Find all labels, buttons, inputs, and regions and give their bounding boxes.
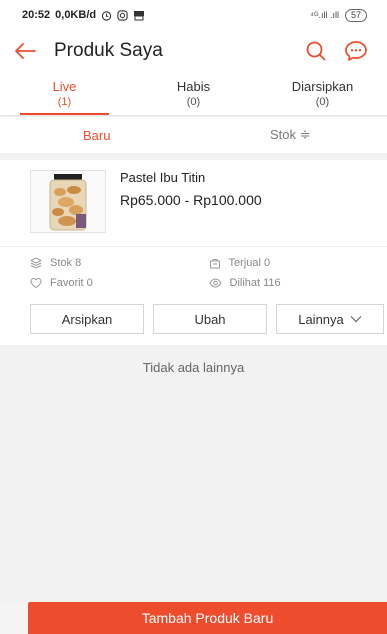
tab-diarsipkan-count: (0) (315, 96, 330, 108)
tab-diarsipkan-label: Diarsipkan (291, 79, 354, 94)
stat-views: Dilihat 116 (208, 277, 387, 289)
tab-live[interactable]: Live (1) (0, 72, 129, 115)
sort-baru[interactable]: Baru (0, 128, 194, 143)
battery-indicator: 57 (344, 8, 367, 22)
back-button[interactable] (8, 34, 42, 68)
store-notification-icon (134, 10, 145, 20)
product-price: Rp65.000 - Rp100.000 (120, 192, 262, 208)
edit-button[interactable]: Ubah (153, 304, 267, 334)
sort-stok[interactable]: Stok ≑ (194, 127, 387, 143)
tab-habis-label: Habis (176, 79, 211, 94)
status-speed: 0,0KB/d (55, 9, 97, 21)
status-tabs: Live (1) Habis (0) Diarsipkan (0) (0, 72, 387, 116)
instagram-icon (117, 9, 128, 21)
tab-live-label: Live (52, 79, 77, 94)
more-button[interactable]: Lainnya (276, 304, 384, 334)
product-image-jar (49, 173, 87, 230)
stat-favorite: Favorit 0 (30, 277, 209, 289)
chevron-down-icon (350, 316, 362, 323)
status-bar: 20:52 0,0KB/d ⁴ᴳ.ıll .ıll 57 (0, 0, 387, 30)
app-bar: Produk Saya (0, 30, 387, 72)
sort-bar: Baru Stok ≑ (0, 117, 387, 153)
sold-box-icon (209, 259, 220, 269)
stack-icon (30, 257, 42, 269)
tab-habis[interactable]: Habis (0) (129, 72, 258, 115)
stat-sold: Terjual 0 (209, 257, 387, 269)
tab-habis-count: (0) (186, 96, 201, 108)
search-button[interactable] (299, 34, 333, 68)
status-time: 20:52 (22, 9, 51, 21)
bottom-bar: Tambah Produk Baru (0, 602, 387, 634)
heart-icon (30, 277, 42, 289)
alarm-icon (101, 10, 112, 21)
product-thumbnail (30, 170, 106, 233)
product-card[interactable]: Pastel Ibu Titin Rp65.000 - Rp100.000 St… (0, 160, 387, 345)
stat-stock: Stok 8 (30, 257, 209, 269)
eye-icon (208, 278, 222, 288)
chat-button[interactable] (339, 34, 373, 68)
signal-indicator: ⁴ᴳ.ıll .ıll (310, 10, 339, 20)
back-arrow-icon (15, 43, 36, 59)
product-name: Pastel Ibu Titin (120, 170, 206, 185)
tab-live-count: (1) (57, 96, 72, 108)
more-button-label: Lainnya (298, 311, 344, 327)
archive-button[interactable]: Arsipkan (30, 304, 144, 334)
product-stats: Stok 8 Terjual 0 Favorit 0 Dilihat 116 (0, 247, 387, 289)
chat-icon (345, 41, 367, 61)
add-product-button[interactable]: Tambah Produk Baru (28, 602, 387, 634)
tab-diarsipkan[interactable]: Diarsipkan (0) (258, 72, 387, 115)
search-icon (306, 41, 326, 61)
no-more-message: Tidak ada lainnya (142, 360, 245, 375)
page-title: Produk Saya (54, 40, 163, 61)
product-actions: Arsipkan Ubah Lainnya (0, 289, 387, 334)
